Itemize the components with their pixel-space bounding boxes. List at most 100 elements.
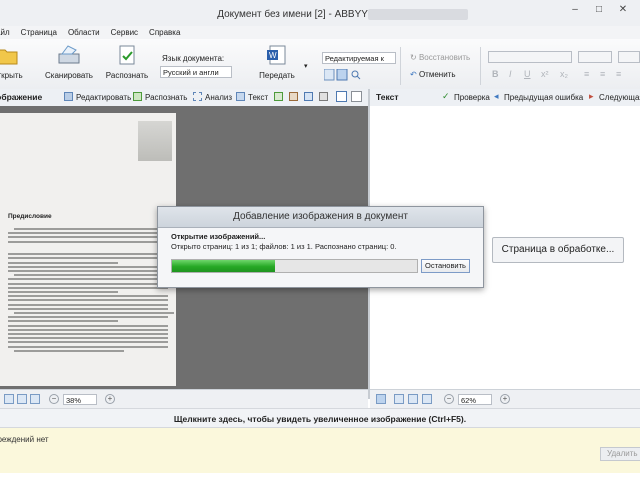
- zoom-window-bar[interactable]: Щелкните здесь, чтобы увидеть увеличенно…: [0, 408, 640, 428]
- text-zoom-out-icon[interactable]: −: [444, 394, 454, 404]
- recognize-icon: [119, 45, 135, 65]
- window-title: Документ без имени [2] - ABBYY FineReade…: [217, 9, 423, 20]
- undo-button[interactable]: ↶ Отменить: [410, 70, 456, 79]
- text-area-button[interactable]: Текст: [248, 93, 268, 102]
- send-dropdown-arrow-icon[interactable]: ▾: [304, 62, 308, 70]
- restore-icon: ↻: [410, 53, 419, 62]
- page-text-line: [8, 341, 168, 344]
- analyze-button[interactable]: Анализ: [205, 93, 232, 102]
- analyze-icon[interactable]: [193, 92, 202, 101]
- background-picture-icon[interactable]: [289, 92, 298, 101]
- underline-icon[interactable]: U: [524, 69, 531, 79]
- warnings-text: Предупреждений нет: [0, 435, 49, 444]
- undo-icon: ↶: [410, 70, 419, 79]
- menu-help[interactable]: Справка: [149, 26, 180, 39]
- folder-icon: [0, 49, 18, 65]
- align-left-icon[interactable]: ≡: [584, 69, 589, 79]
- page-text-line: [8, 261, 118, 264]
- table-area-icon[interactable]: [304, 92, 313, 101]
- previous-error-button[interactable]: Предыдущая ошибка: [504, 93, 583, 102]
- superscript-icon[interactable]: x²: [541, 69, 549, 79]
- dialog-operation: Открытие изображений...: [171, 232, 266, 241]
- font-select[interactable]: [488, 51, 572, 63]
- page-text-line: [8, 295, 168, 298]
- text-area-icon[interactable]: [236, 92, 245, 101]
- fit-page-icon[interactable]: [17, 394, 27, 404]
- text-fit-page-icon[interactable]: [408, 394, 418, 404]
- fit-view-icon[interactable]: [351, 91, 362, 102]
- stop-button[interactable]: Остановить: [421, 259, 470, 273]
- page-text-line: [8, 337, 168, 340]
- page-decorative-header: [138, 121, 172, 161]
- font-size-select[interactable]: [578, 51, 612, 63]
- text-pane-statusbar: − 62% +: [370, 389, 640, 409]
- dialog-title-bar: Добавление изображения в документ: [158, 207, 483, 228]
- single-page-view-icon[interactable]: [336, 91, 347, 102]
- barcode-area-icon[interactable]: [319, 92, 328, 101]
- scan-button[interactable]: Сканировать: [44, 44, 94, 80]
- fit-width-icon[interactable]: [4, 394, 14, 404]
- send-button[interactable]: W Передать: [256, 44, 298, 80]
- add-image-dialog: Добавление изображения в документ Открыт…: [157, 206, 484, 288]
- text-zoom-select[interactable]: 62%: [458, 394, 492, 405]
- edit-image-button[interactable]: Редактировать: [76, 93, 131, 102]
- restore-button[interactable]: ↻ Восстановить: [410, 53, 470, 62]
- word-export-icon: W: [267, 45, 286, 65]
- image-pane-statusbar: − 38% +: [0, 389, 368, 409]
- scan-label: Сканировать: [45, 71, 93, 80]
- recognize-page-button[interactable]: Распознать: [145, 93, 187, 102]
- page-text-line: [8, 307, 168, 310]
- dialog-title: Добавление изображения в документ: [233, 211, 408, 222]
- page-text-line: [8, 236, 168, 239]
- text-view-mode-icon[interactable]: [376, 394, 386, 404]
- menu-areas[interactable]: Области: [68, 26, 100, 39]
- actual-size-icon[interactable]: [30, 394, 40, 404]
- next-error-button[interactable]: Следующая: [599, 93, 640, 102]
- close-button[interactable]: ✕: [612, 2, 634, 18]
- check-spelling-icon[interactable]: ✓: [442, 92, 451, 101]
- edit-image-icon[interactable]: [64, 92, 73, 101]
- zoom-in-icon[interactable]: +: [105, 394, 115, 404]
- style-select[interactable]: [618, 51, 640, 63]
- format-mode-icons[interactable]: [324, 69, 369, 81]
- menu-file[interactable]: Файл: [0, 26, 10, 39]
- menu-bar: Файл Страница Области Сервис Справка: [0, 26, 640, 39]
- page-text-line: [14, 349, 124, 352]
- page-text-line: [14, 274, 174, 277]
- minimize-button[interactable]: –: [564, 2, 586, 18]
- text-zoom-in-icon[interactable]: +: [500, 394, 510, 404]
- delete-warning-button[interactable]: Удалить: [600, 447, 640, 461]
- window-controls: – □ ✕: [564, 2, 634, 18]
- subscript-icon[interactable]: x₂: [560, 69, 568, 79]
- menu-page[interactable]: Страница: [21, 26, 57, 39]
- open-button[interactable]: Открыть: [0, 44, 24, 80]
- italic-icon[interactable]: I: [509, 69, 512, 79]
- recognize-button[interactable]: Распознать: [104, 44, 150, 80]
- text-actual-size-icon[interactable]: [422, 394, 432, 404]
- maximize-button[interactable]: □: [588, 2, 610, 18]
- align-right-icon[interactable]: ≡: [616, 69, 621, 79]
- check-button[interactable]: Проверка: [454, 93, 490, 102]
- picture-area-icon[interactable]: [274, 92, 283, 101]
- bold-icon[interactable]: B: [492, 69, 499, 79]
- scanner-icon: [58, 45, 80, 64]
- image-zoom-select[interactable]: 38%: [63, 394, 97, 405]
- page-text-line: [8, 257, 168, 260]
- main-toolbar: Открыть Сканировать Распознать Язык доку…: [0, 39, 640, 90]
- menu-service[interactable]: Сервис: [111, 26, 138, 39]
- recognize-page-icon[interactable]: [133, 92, 142, 101]
- page-text-line: [8, 253, 168, 256]
- title-redaction: [368, 9, 468, 20]
- page-text-line: [14, 228, 174, 230]
- format-select[interactable]: Редактируемая к: [322, 52, 396, 64]
- page-processing-button[interactable]: Страница в обработке...: [492, 237, 624, 263]
- text-zoom-value: 62%: [461, 396, 477, 405]
- page-text-line: [8, 333, 168, 335]
- next-error-icon[interactable]: ▸: [589, 92, 598, 101]
- text-fit-width-icon[interactable]: [394, 394, 404, 404]
- zoom-out-icon[interactable]: −: [49, 394, 59, 404]
- doc-language-select[interactable]: Русский и англи: [160, 66, 232, 78]
- page-text-line: [8, 278, 168, 281]
- previous-error-icon[interactable]: ◂: [494, 92, 503, 101]
- align-center-icon[interactable]: ≡: [600, 69, 605, 79]
